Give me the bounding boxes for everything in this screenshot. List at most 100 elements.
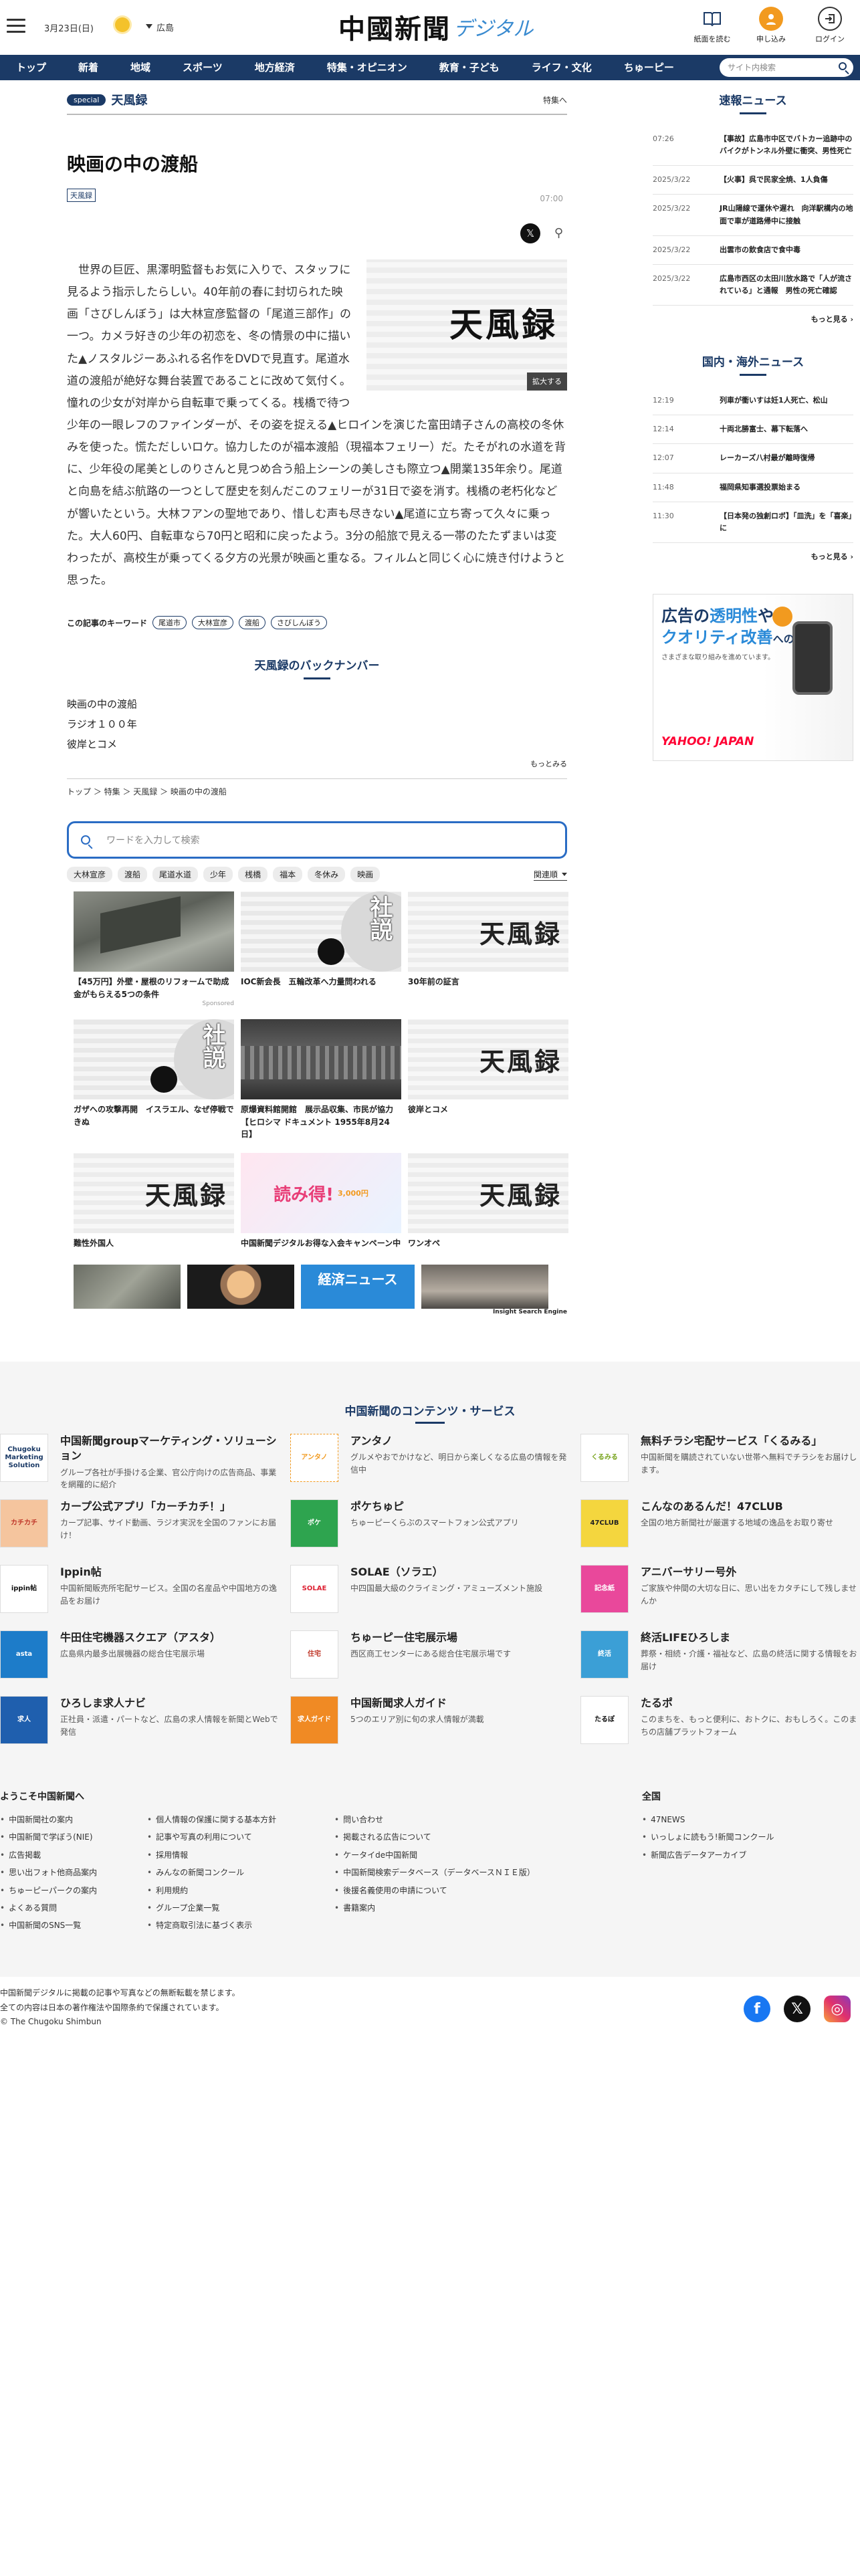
footer-link[interactable]: 47NEWS [642,1811,774,1828]
zoom-button[interactable]: 拡大する [527,372,567,391]
nav-item-opinion[interactable]: 特集・オピニオン [311,55,423,80]
site-search-input[interactable]: サイト内検索 [720,58,853,77]
related-card[interactable]: 天風録 30年前の証言 [408,891,568,1007]
quick-news-more[interactable]: もっと見る [653,314,853,324]
search-tag[interactable]: 福本 [273,867,303,883]
footer-link[interactable]: 中国新聞社の案内 [0,1811,147,1828]
site-logo[interactable]: 中國新聞 デジタル [338,7,533,47]
news-headline[interactable]: 十両北勝富士、幕下転落へ [720,423,808,435]
service-item[interactable]: 住宅 ちゅーピー住宅展示場 西区商工センターにある総合住宅展示場です [290,1630,571,1689]
footer-link[interactable]: 新聞広告データアーカイブ [642,1846,774,1864]
footer-link[interactable]: 中国新聞検索データベース（データベースＮＩＥ版） [334,1864,602,1881]
service-name[interactable]: 無料チラシ宅配サービス「くるみる」 [641,1434,860,1448]
ise-thumb-banner[interactable]: 経済ニュース [301,1264,415,1309]
news-item[interactable]: 2025/3/22 【火事】呉で民家全焼、1人負傷 [653,166,853,195]
related-card[interactable]: 天風録 難性外国人 [74,1153,234,1250]
facebook-icon[interactable]: f [744,1996,770,2022]
service-item[interactable]: 47CLUB こんなのあるんだ！47CLUB 全国の地方新聞社が厳選する地域の逸品を… [580,1499,860,1558]
news-headline[interactable]: 広島市西区の太田川放水路で「人が流されている」と通報 男性の死亡確認 [720,273,853,297]
search-tag[interactable]: 桟橋 [238,867,268,883]
sort-select[interactable]: 関連順 [533,869,568,881]
footer-link[interactable]: 思い出フォト他商品案内 [0,1864,147,1881]
footer-link[interactable]: ちゅーピーパークの案内 [0,1882,147,1899]
card-title[interactable]: ワンオペ [408,1237,568,1250]
search-tag[interactable]: 渡船 [118,867,148,883]
news-item[interactable]: 11:48 福岡県知事選投票始まる [653,473,853,502]
service-item[interactable]: asta 牛田住宅機器スクエア（アスタ） 広島県内最多出展機器の総合住宅展示場 [0,1630,281,1689]
news-item[interactable]: 2025/3/22 JR山陽線で運休や遅れ 向洋駅構内の地面で車が道路帰中に接触 [653,195,853,236]
footer-link[interactable]: 書籍案内 [334,1899,602,1917]
card-title[interactable]: 原爆資料館開館 展示品収集、市民が協力【ヒロシマ ドキュメント 1955年8月2… [241,1103,401,1141]
service-item[interactable]: ippin帖 Ippin帖 中国新聞販売所宅配サービス。全国の名産品や中国地方の逸品… [0,1565,281,1624]
card-title[interactable]: IOC新会長 五輪改革へ力量問われる [241,976,401,988]
service-name[interactable]: 中国新聞groupマーケティング・ソリューション [60,1434,281,1464]
article-figure[interactable]: 天風録 拡大する [366,259,567,391]
related-card[interactable]: 【45万円】外壁・屋根のリフォームで助成金がもらえる5つの条件 Sponsored [74,891,234,1007]
login-button[interactable]: ログイン [809,7,851,44]
x-icon[interactable]: 𝕏 [784,1996,811,2022]
related-card[interactable]: 原爆資料館開館 展示品収集、市民が協力【ヒロシマ ドキュメント 1955年8月2… [241,1019,401,1141]
service-item[interactable]: 求人ガイド 中国新聞求人ガイド 5つのエリア別に旬の求人情報が満載 [290,1696,571,1755]
nav-item-chupea[interactable]: ちゅーピー [608,55,690,80]
search-tag[interactable]: 少年 [203,867,233,883]
service-logo[interactable]: アンタノ [290,1434,338,1482]
card-title[interactable]: 中国新聞デジタルお得な入会キャンペーン中 [241,1237,401,1250]
footer-link[interactable]: みんなの新聞コンクール [147,1864,334,1881]
nav-item-education[interactable]: 教育・子ども [423,55,516,80]
keyword-tag[interactable]: さびしんぼう [271,616,328,630]
search-tag[interactable]: 大林宣彦 [67,867,113,883]
footer-link[interactable]: 中国新聞で学ぼう(NIE) [0,1828,147,1846]
card-title[interactable]: ガザへの攻撃再開 イスラエル、なぜ停戦できぬ [74,1103,234,1128]
news-headline[interactable]: 【日本発の独創ロボ】「皿洗」を「喜楽」に [720,510,853,534]
service-name[interactable]: Ippin帖 [60,1565,281,1580]
footer-link[interactable]: いっしょに読もう!新聞コンクール [642,1828,774,1846]
footer-link[interactable]: 問い合わせ [334,1811,602,1828]
footer-link[interactable]: 特定商取引法に基づく表示 [147,1917,334,1934]
nav-item-top[interactable]: トップ [0,55,62,80]
news-headline[interactable]: 【火事】呉で民家全焼、1人負傷 [720,174,828,186]
news-headline[interactable]: レーカーズ八村最が離時復帰 [720,452,815,464]
service-logo[interactable]: たるぽ [580,1696,629,1744]
card-thumbnail[interactable]: 天風録 [408,1019,568,1100]
backnumber-item[interactable]: 映画の中の渡船 [67,694,567,714]
footer-link[interactable]: ケータイde中国新聞 [334,1846,602,1864]
related-card[interactable]: 読み得! 3,000円 中国新聞デジタルお得な入会キャンペーン中 [241,1153,401,1250]
backnumber-item[interactable]: 彼岸とコメ [67,734,567,754]
card-title[interactable]: 【45万円】外壁・屋根のリフォームで助成金がもらえる5つの条件 [74,976,234,1000]
service-item[interactable]: たるぽ たるポ このまちを、もっと便利に、おトクに、おもしろく。このまちの店舗プラッ… [580,1696,860,1755]
world-news-more[interactable]: もっと見る [653,551,853,562]
service-logo[interactable]: ippin帖 [0,1565,48,1613]
footer-link[interactable]: 掲載される広告について [334,1828,602,1846]
card-thumbnail[interactable]: 社説 [241,891,401,972]
footer-link[interactable]: 個人情報の保護に関する基本方針 [147,1811,334,1828]
nav-item-new[interactable]: 新着 [62,55,114,80]
service-item[interactable]: カチカチ カープ公式アプリ「カーチカチ！」 カープ記事、サイド動画、ラジオ実況を全国… [0,1499,281,1558]
region-selector[interactable]: 広島 [146,21,174,33]
yahoo-ad-banner[interactable]: 広告の透明性や クオリティ改善への さまざまな取り組みを進めています。 YAHO… [653,593,853,761]
service-logo[interactable]: SOLAE [290,1565,338,1613]
service-item[interactable]: ポケ ポケちゅピ ちゅーピーくらぶのスマートフォン公式アプリ [290,1499,571,1558]
nav-item-region[interactable]: 地域 [114,55,167,80]
related-card[interactable]: 社説 IOC新会長 五輪改革へ力量問われる [241,891,401,1007]
service-name[interactable]: ポケちゅピ [350,1499,519,1514]
service-name[interactable]: ひろしま求人ナビ [60,1696,281,1711]
menu-icon[interactable] [7,19,25,33]
search-icon[interactable] [839,62,847,70]
keyword-tag[interactable]: 大林宣彦 [192,616,234,630]
service-name[interactable]: SOLAE（ソラエ） [350,1565,542,1580]
nav-item-sports[interactable]: スポーツ [167,55,239,80]
card-title[interactable]: 難性外国人 [74,1237,234,1250]
news-item[interactable]: 2025/3/22 広島市西区の太田川放水路で「人が流されている」と通報 男性の死… [653,265,853,306]
card-thumbnail[interactable]: 社説 [74,1019,234,1100]
subscribe-button[interactable]: 申し込み [750,7,792,44]
related-card[interactable]: 社説ガザへの攻撃再開 イスラエル、なぜ停戦できぬ [74,1019,234,1141]
read-paper-button[interactable]: 紙面を読む [691,7,733,44]
card-thumbnail[interactable] [74,891,234,972]
service-name[interactable]: こんなのあるんだ！47CLUB [641,1499,833,1514]
footer-link[interactable]: よくある質問 [0,1899,147,1917]
news-headline[interactable]: 【事故】広島市中区でバトカー追跡中のバイクがトンネル外壁に衝突、男性死亡 [720,133,853,157]
service-name[interactable]: たるポ [641,1696,860,1711]
footer-link[interactable]: 後援名義使用の申請について [334,1882,602,1899]
service-name[interactable]: ちゅーピー住宅展示場 [350,1630,511,1645]
service-logo[interactable]: 住宅 [290,1630,338,1679]
